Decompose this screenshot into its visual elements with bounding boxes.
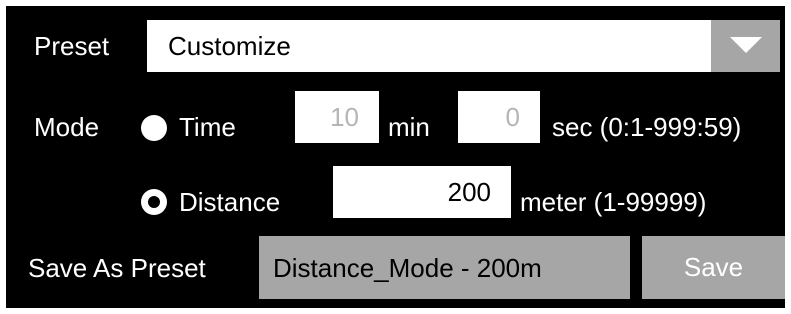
save-button[interactable]: Save [642,236,785,299]
distance-input[interactable]: 200 [333,166,511,218]
radio-selected-dot [148,196,160,208]
preset-name-input[interactable]: Distance_Mode - 200m [259,236,630,299]
minutes-input[interactable]: 10 [295,91,379,143]
preset-settings-panel: Preset Customize Mode Time 10 min 0 sec … [6,6,785,308]
distance-radio[interactable] [141,189,167,215]
preset-label: Preset [34,31,110,61]
save-as-preset-label: Save As Preset [28,253,206,283]
time-option-label[interactable]: Time [179,112,236,142]
triangle-down-icon [730,37,762,53]
dropdown-button[interactable] [711,20,780,72]
seconds-input[interactable]: 0 [458,91,540,143]
distance-option-label[interactable]: Distance [179,187,280,217]
preset-select[interactable]: Customize [147,20,780,72]
distance-unit-label: meter (1-99999) [520,187,707,217]
preset-selected-value: Customize [168,31,291,61]
minutes-unit-label: min [388,112,430,142]
mode-label: Mode [34,112,100,142]
seconds-unit-label: sec (0:1-999:59) [552,112,742,142]
time-radio[interactable] [141,115,167,141]
